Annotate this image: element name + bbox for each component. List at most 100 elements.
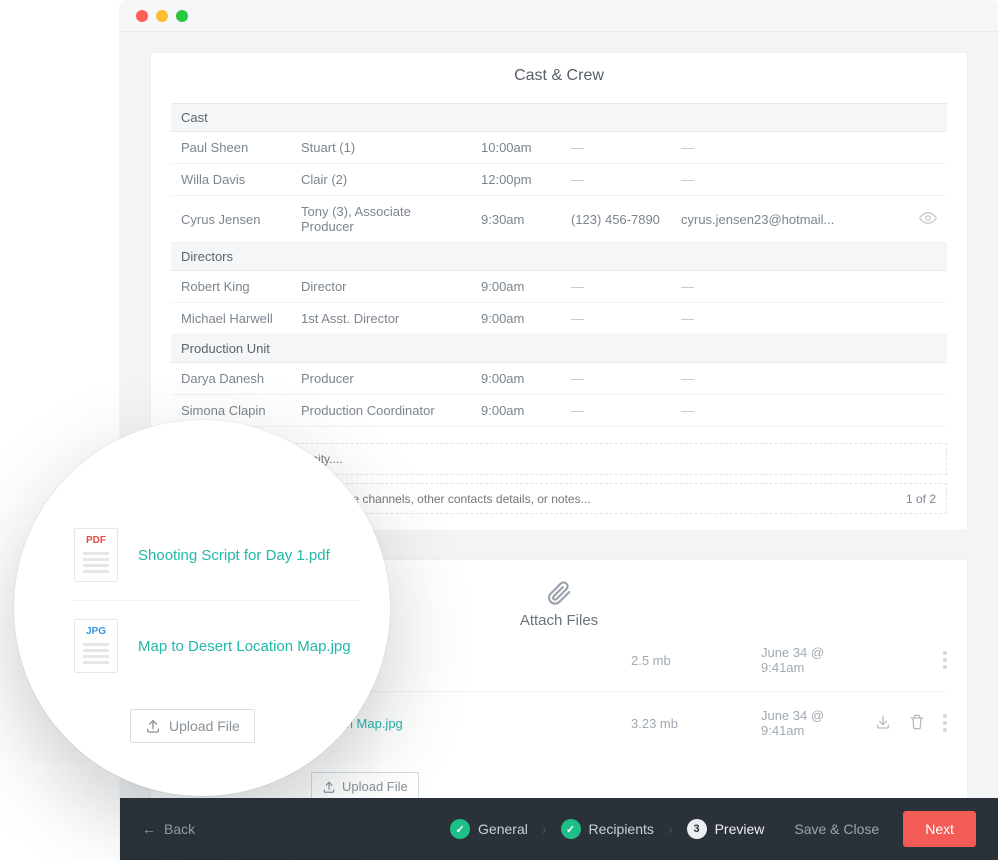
- close-icon[interactable]: [136, 10, 148, 22]
- upload-file-button[interactable]: Upload File: [311, 772, 419, 801]
- table-row[interactable]: Simona ClapinProduction Coordinator9:00a…: [171, 395, 947, 427]
- visibility-toggle[interactable]: [909, 196, 947, 243]
- step-label: Recipients: [589, 821, 654, 837]
- table-row[interactable]: Darya DaneshProducer9:00am——: [171, 363, 947, 395]
- cell-phone: —: [561, 363, 671, 395]
- cell-time: 9:00am: [471, 271, 561, 303]
- cell-name: Willa Davis: [171, 164, 291, 196]
- table-row[interactable]: Robert KingDirector9:00am——: [171, 271, 947, 303]
- attachment-date: June 34 @ 9:41am: [761, 645, 827, 675]
- cell-time: 9:00am: [471, 395, 561, 427]
- cell-name: Michael Harwell: [171, 303, 291, 335]
- minimize-icon[interactable]: [156, 10, 168, 22]
- cell-email: —: [671, 132, 909, 164]
- paperclip-icon: [546, 580, 572, 606]
- step-recipients[interactable]: ✓ Recipients: [561, 819, 654, 839]
- cell-role: Stuart (1): [291, 132, 471, 164]
- lens-upload-button[interactable]: Upload File: [130, 709, 255, 743]
- next-button[interactable]: Next: [903, 811, 976, 847]
- file-jpg-icon: JPG: [74, 619, 118, 673]
- cell-name: Darya Danesh: [171, 363, 291, 395]
- cell-phone: —: [561, 132, 671, 164]
- cell-phone: —: [561, 395, 671, 427]
- cell-time: 9:00am: [471, 303, 561, 335]
- window-titlebar: [120, 0, 998, 32]
- lens-upload-label: Upload File: [169, 718, 240, 734]
- step-label: Preview: [715, 821, 765, 837]
- cell-email: —: [671, 164, 909, 196]
- attachment-date: June 34 @ 9:41am: [761, 708, 827, 738]
- attachment-size: 2.5 mb: [631, 653, 761, 668]
- cell-email: —: [671, 363, 909, 395]
- table-row[interactable]: Paul SheenStuart (1)10:00am——: [171, 132, 947, 164]
- chevron-right-icon: ›: [668, 821, 673, 837]
- wizard-steps: ✓ General › ✓ Recipients › 3 Preview: [450, 819, 764, 839]
- cell-time: 10:00am: [471, 132, 561, 164]
- more-icon[interactable]: [943, 651, 947, 669]
- step-label: General: [478, 821, 528, 837]
- visibility-toggle: [909, 271, 947, 303]
- table-row[interactable]: Willa DavisClair (2)12:00pm——: [171, 164, 947, 196]
- more-icon[interactable]: [943, 714, 947, 732]
- cell-role: Production Coordinator: [291, 395, 471, 427]
- check-icon: ✓: [450, 819, 470, 839]
- page-indicator: 1 of 2: [906, 492, 936, 506]
- cast-crew-title: Cast & Crew: [151, 53, 967, 103]
- cast-crew-table: CastPaul SheenStuart (1)10:00am——Willa D…: [171, 103, 947, 427]
- cell-role: 1st Asst. Director: [291, 303, 471, 335]
- cell-time: 9:30am: [471, 196, 561, 243]
- cell-phone: —: [561, 164, 671, 196]
- visibility-toggle: [909, 303, 947, 335]
- group-header: Directors: [171, 243, 947, 271]
- upload-icon: [322, 780, 336, 794]
- visibility-toggle: [909, 363, 947, 395]
- cell-email: —: [671, 303, 909, 335]
- attachment-size: 3.23 mb: [631, 716, 761, 731]
- arrow-left-icon: ←: [142, 821, 156, 837]
- back-label: Back: [164, 821, 195, 837]
- step-number: 3: [687, 819, 707, 839]
- step-preview[interactable]: 3 Preview: [687, 819, 765, 839]
- cell-phone: (123) 456-7890: [561, 196, 671, 243]
- visibility-toggle: [909, 395, 947, 427]
- save-close-button[interactable]: Save & Close: [794, 821, 879, 837]
- upload-icon: [145, 718, 161, 734]
- download-icon[interactable]: [875, 714, 891, 733]
- eye-icon: [919, 209, 937, 227]
- lens-file-row[interactable]: PDF Shooting Script for Day 1.pdf: [74, 510, 360, 601]
- cell-role: Director: [291, 271, 471, 303]
- lens-file-name: Map to Desert Location Map.jpg: [138, 638, 351, 655]
- cell-time: 9:00am: [471, 363, 561, 395]
- cell-phone: —: [561, 271, 671, 303]
- cell-name: Paul Sheen: [171, 132, 291, 164]
- cell-phone: —: [561, 303, 671, 335]
- cell-email: cyrus.jensen23@hotmail...: [671, 196, 909, 243]
- cell-email: —: [671, 395, 909, 427]
- cell-time: 12:00pm: [471, 164, 561, 196]
- cell-role: Tony (3), Associate Producer: [291, 196, 471, 243]
- visibility-toggle: [909, 132, 947, 164]
- file-pdf-icon: PDF: [74, 528, 118, 582]
- cell-role: Clair (2): [291, 164, 471, 196]
- visibility-toggle: [909, 164, 947, 196]
- cell-name: Cyrus Jensen: [171, 196, 291, 243]
- zoom-lens: PDF Shooting Script for Day 1.pdf JPG Map t…: [14, 420, 390, 796]
- check-icon: ✓: [561, 819, 581, 839]
- table-row[interactable]: Michael Harwell1st Asst. Director9:00am—…: [171, 303, 947, 335]
- attachment-name: ocation Map.jpg: [311, 716, 631, 731]
- cell-email: —: [671, 271, 909, 303]
- chevron-right-icon: ›: [542, 821, 547, 837]
- lens-file-name: Shooting Script for Day 1.pdf: [138, 547, 330, 564]
- trash-icon[interactable]: [909, 714, 925, 733]
- maximize-icon[interactable]: [176, 10, 188, 22]
- wizard-footer: ← Back ✓ General › ✓ Recipients › 3 Preview Sav…: [120, 798, 998, 860]
- step-general[interactable]: ✓ General: [450, 819, 528, 839]
- group-header: Cast: [171, 104, 947, 132]
- lens-file-row[interactable]: JPG Map to Desert Location Map.jpg: [74, 601, 360, 691]
- group-header: Production Unit: [171, 335, 947, 363]
- table-row[interactable]: Cyrus JensenTony (3), Associate Producer…: [171, 196, 947, 243]
- back-button[interactable]: ← Back: [142, 821, 195, 837]
- cell-name: Robert King: [171, 271, 291, 303]
- upload-button-label: Upload File: [342, 779, 408, 794]
- cell-role: Producer: [291, 363, 471, 395]
